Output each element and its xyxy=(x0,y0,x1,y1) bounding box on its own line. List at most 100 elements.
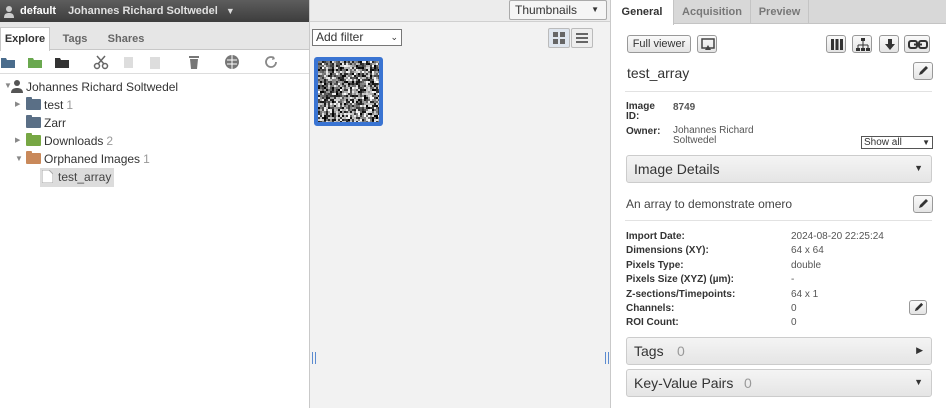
group-user-switcher[interactable]: default Johannes Richard Soltwedel ▼ xyxy=(0,0,309,22)
chevron-down-icon: ▼ xyxy=(225,6,235,16)
pencil-icon xyxy=(919,199,928,208)
detail-value: 0 xyxy=(791,303,797,314)
user-icon xyxy=(11,80,23,93)
tab-tags[interactable]: Tags xyxy=(52,27,98,50)
detail-value: 2024-08-20 22:25:24 xyxy=(791,231,884,242)
divider xyxy=(625,220,932,221)
grid-icon xyxy=(553,32,565,44)
image-file-icon xyxy=(41,169,54,184)
open-with-button[interactable] xyxy=(697,35,717,53)
new-screen-icon[interactable] xyxy=(54,54,70,70)
add-filter-select[interactable]: Add filter ⌄ xyxy=(312,29,402,46)
expand-triangle-icon[interactable]: ▶ xyxy=(15,100,20,108)
left-panel: default Johannes Richard Soltwedel ▼ Exp… xyxy=(0,0,310,408)
key-value-pairs-section-header[interactable]: Key-Value Pairs 0 ▼ xyxy=(626,369,932,397)
tree-root-user[interactable]: Johannes Richard Soltwedel xyxy=(10,79,178,95)
left-splitter-handle[interactable] xyxy=(312,352,316,364)
grid-icon xyxy=(831,39,843,50)
image-details-section-header[interactable]: Image Details ▼ xyxy=(626,155,932,183)
group-icon xyxy=(2,4,16,18)
tab-acquisition[interactable]: Acquisition xyxy=(674,0,751,24)
chevron-down-icon: ⌄ xyxy=(390,32,398,42)
center-panel: Thumbnails ▼ Add filter ⌄ xyxy=(310,0,611,408)
detail-label: Z-sections/Timepoints: xyxy=(626,289,736,300)
detail-value: 0 xyxy=(791,317,797,328)
tree-item-count: 1 xyxy=(66,98,74,112)
orphaned-folder-icon xyxy=(26,151,41,164)
edit-name-button[interactable] xyxy=(913,62,933,80)
tree-item-test[interactable]: test 1 xyxy=(26,97,73,113)
thumbnails-grid-button[interactable] xyxy=(826,35,846,53)
tags-section-header[interactable]: Tags 0 ▶ xyxy=(626,337,932,365)
chevron-right-icon: ▶ xyxy=(916,345,923,355)
tab-preview[interactable]: Preview xyxy=(751,0,809,24)
group-name: default xyxy=(20,5,57,17)
view-mode-value: Thumbnails xyxy=(515,3,578,17)
pencil-icon xyxy=(919,66,928,75)
tree-toolbar xyxy=(0,50,309,74)
paste-icon[interactable] xyxy=(147,54,163,70)
refresh-icon[interactable] xyxy=(263,54,279,70)
detail-value: double xyxy=(791,260,822,271)
hierarchy-button[interactable] xyxy=(852,35,872,53)
section-title: Key-Value Pairs xyxy=(634,375,734,391)
list-view-toggle[interactable] xyxy=(571,28,593,48)
list-icon xyxy=(576,33,588,43)
tab-explore[interactable]: Explore xyxy=(0,27,50,51)
link-icon xyxy=(908,40,928,49)
grid-view-toggle[interactable] xyxy=(548,28,570,48)
delete-icon[interactable] xyxy=(186,54,202,70)
expand-triangle-icon[interactable]: ▶ xyxy=(15,136,20,144)
edit-description-button[interactable] xyxy=(913,195,933,213)
download-arrow-icon xyxy=(885,39,895,50)
tree-item-test-array[interactable]: test_array xyxy=(40,168,115,187)
tree-item-label: Orphaned Images xyxy=(44,152,141,166)
tree-root-label: Johannes Richard Soltwedel xyxy=(26,80,179,94)
tree-item-downloads[interactable]: Downloads 2 xyxy=(26,133,113,149)
tab-shares[interactable]: Shares xyxy=(100,27,152,50)
image-id-label: Image ID: xyxy=(626,101,655,122)
tree-item-count: 1 xyxy=(143,152,150,166)
user-name: Johannes Richard Soltwedel xyxy=(68,5,218,17)
image-id-value: 8749 xyxy=(673,102,696,113)
detail-value: - xyxy=(791,274,795,285)
full-viewer-button[interactable]: Full viewer xyxy=(627,35,691,53)
chevron-down-icon: ▼ xyxy=(914,163,923,173)
cut-icon[interactable] xyxy=(93,54,109,70)
thumbnail-test-array[interactable] xyxy=(314,57,383,126)
right-panel: General Acquisition Preview Full viewer … xyxy=(611,0,946,408)
chevron-down-icon: ▼ xyxy=(591,5,599,14)
new-dataset-icon[interactable] xyxy=(27,54,43,70)
tree-item-label: Downloads xyxy=(44,134,104,148)
section-title: Image Details xyxy=(634,161,720,177)
image-name: test_array xyxy=(627,65,690,81)
right-tab-bar: General Acquisition Preview xyxy=(611,0,946,25)
dataset-folder-icon xyxy=(26,133,41,146)
project-folder-icon xyxy=(26,115,41,128)
owner-filter-value: Show all xyxy=(864,137,902,148)
tree-item-label: test xyxy=(44,98,64,112)
tree-item-zarr[interactable]: Zarr xyxy=(26,115,66,131)
detail-value: 64 x 64 xyxy=(791,245,824,256)
detail-label: Dimensions (XY): xyxy=(626,245,709,256)
detail-label: Pixels Size (XYZ) (µm): xyxy=(626,274,735,285)
owner-label: Owner: xyxy=(626,126,661,137)
collapse-triangle-icon[interactable]: ▼ xyxy=(15,154,23,163)
tree-item-orphaned-images[interactable]: Orphaned Images 1 xyxy=(26,151,150,167)
section-count: 0 xyxy=(677,343,685,359)
globe-icon[interactable] xyxy=(224,54,240,70)
copy-icon[interactable] xyxy=(120,54,136,70)
new-project-icon[interactable] xyxy=(0,54,16,70)
tree-item-label: test_array xyxy=(58,170,112,184)
image-thumbnail xyxy=(318,61,379,122)
chevron-down-icon: ▼ xyxy=(914,377,923,387)
link-button[interactable] xyxy=(904,35,930,53)
view-mode-select[interactable]: Thumbnails ▼ xyxy=(509,0,607,20)
download-button[interactable] xyxy=(879,35,899,53)
edit-channels-button[interactable] xyxy=(909,300,927,315)
right-splitter-handle[interactable] xyxy=(605,352,609,364)
tab-general[interactable]: General xyxy=(611,0,674,25)
detail-value: 64 x 1 xyxy=(791,289,819,300)
image-description: An array to demonstrate omero xyxy=(626,197,793,211)
owner-filter-select[interactable]: Show all ▼ xyxy=(861,136,933,149)
